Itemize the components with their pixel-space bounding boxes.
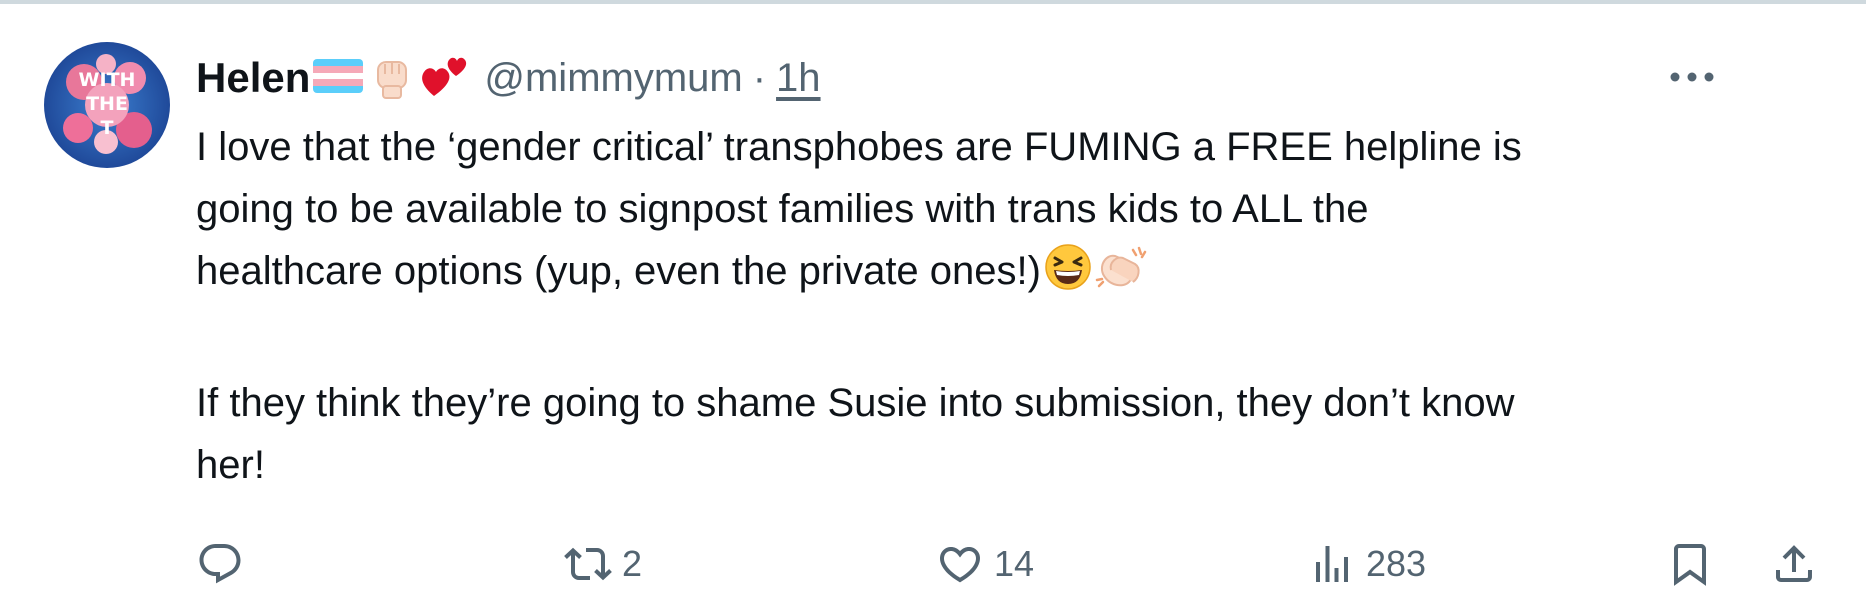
tweet-text-line-1: I love that the ‘gender critical’ transp… bbox=[196, 125, 1522, 169]
transgender-flag-icon bbox=[312, 57, 364, 100]
share-button[interactable] bbox=[1770, 534, 1818, 594]
retweet-count: 2 bbox=[622, 543, 643, 584]
bookmark-icon bbox=[1674, 544, 1706, 586]
clapping-hands-icon bbox=[1095, 242, 1151, 310]
bookmark-button[interactable] bbox=[1666, 534, 1714, 594]
like-count: 14 bbox=[994, 543, 1035, 584]
tweet-text-line-3-text: healthcare options (yup, even the privat… bbox=[196, 249, 1041, 293]
views-button[interactable]: 283 bbox=[1308, 534, 1426, 594]
avatar-text-2: THE bbox=[86, 93, 128, 115]
tweet-text-line-4: If they think they’re going to shame Sus… bbox=[196, 381, 1515, 425]
avatar[interactable]: WITH THE T bbox=[44, 42, 170, 168]
grinning-squinting-face-icon bbox=[1043, 242, 1093, 310]
reply-button[interactable] bbox=[196, 534, 254, 594]
views-count: 283 bbox=[1366, 543, 1427, 584]
tweet-header: Helen @mimmymum · 1h bbox=[196, 48, 821, 108]
name-emojis bbox=[312, 52, 474, 105]
heart-icon bbox=[939, 547, 981, 583]
avatar-text-1: WITH bbox=[79, 69, 136, 91]
separator-dot: · bbox=[752, 55, 767, 100]
tweet-text: I love that the ‘gender critical’ transp… bbox=[196, 116, 1836, 496]
tweet-timestamp[interactable]: 1h bbox=[776, 56, 821, 101]
tweet-text-line-3: healthcare options (yup, even the privat… bbox=[196, 240, 1836, 310]
tweet-actions: 2 14 283 bbox=[196, 534, 1836, 594]
more-options-button[interactable] bbox=[1666, 62, 1718, 92]
tweet-text-line-2: going to be available to signpost famili… bbox=[196, 187, 1369, 231]
retweet-icon bbox=[564, 547, 612, 581]
avatar-image: WITH THE T bbox=[44, 42, 170, 168]
two-hearts-icon bbox=[420, 52, 470, 105]
retweet-button[interactable]: 2 bbox=[564, 534, 642, 594]
views-chart-icon bbox=[1316, 546, 1348, 582]
share-icon bbox=[1776, 545, 1812, 582]
more-icon bbox=[1670, 72, 1714, 82]
reply-icon bbox=[199, 544, 241, 584]
like-button[interactable]: 14 bbox=[936, 534, 1034, 594]
avatar-text-3: T bbox=[101, 117, 114, 139]
tweet-text-line-5: her! bbox=[196, 443, 265, 487]
author-handle[interactable]: @mimmymum bbox=[484, 56, 742, 101]
raised-fist-icon bbox=[368, 52, 416, 105]
display-name[interactable]: Helen bbox=[196, 54, 310, 102]
tweet-card[interactable]: WITH THE T Helen @mimmymum · 1h I love t… bbox=[0, 4, 1866, 600]
